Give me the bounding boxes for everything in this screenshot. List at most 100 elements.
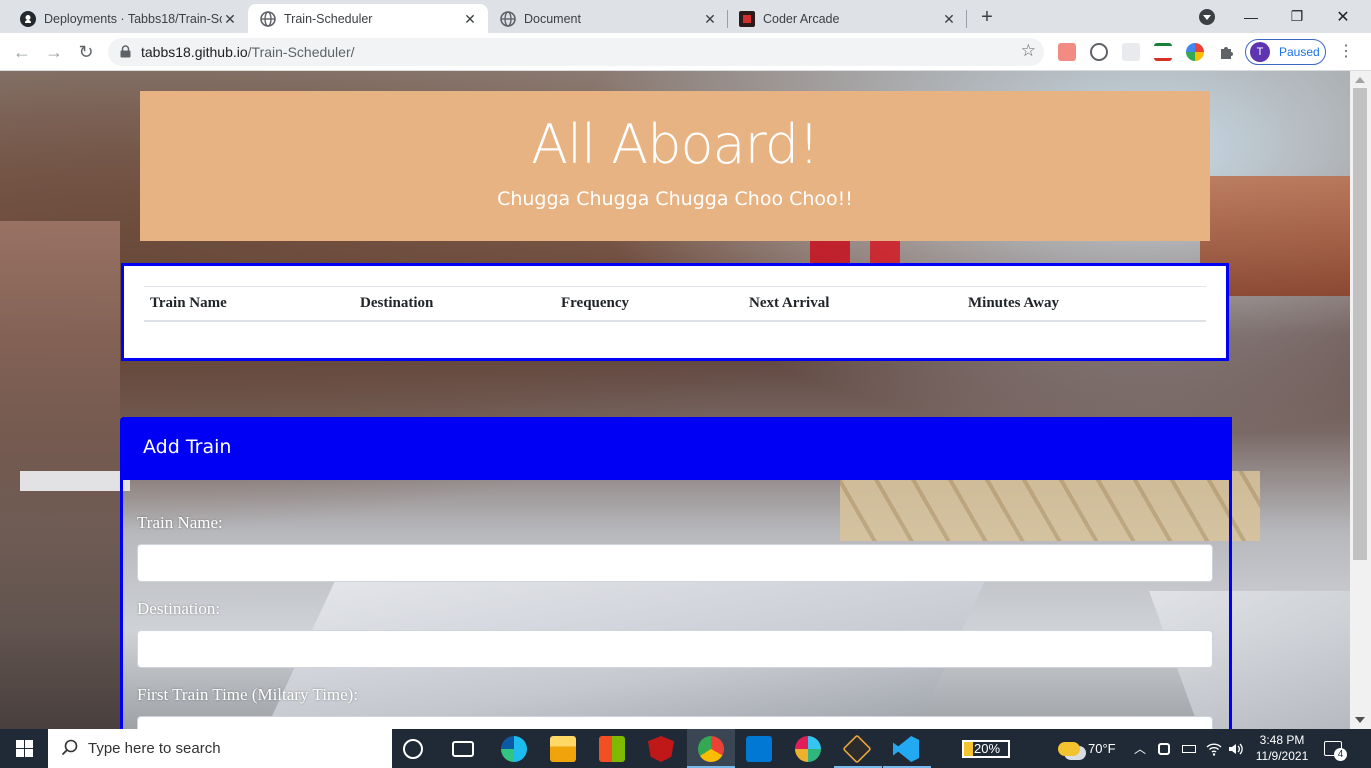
close-icon[interactable]: ✕ bbox=[941, 11, 957, 27]
taskbar-search[interactable]: Type here to search bbox=[48, 729, 392, 768]
cortana-icon[interactable] bbox=[403, 739, 423, 759]
profile-button[interactable]: T Paused bbox=[1245, 39, 1326, 65]
tab-deployments[interactable]: Deployments · Tabbs18/Train-Sch ✕ bbox=[8, 4, 248, 33]
back-icon[interactable]: ← bbox=[10, 40, 34, 64]
wifi-icon[interactable] bbox=[1206, 729, 1222, 768]
url-host: tabbs18.github.io bbox=[141, 44, 248, 60]
tab-title: Document bbox=[524, 11, 581, 26]
scroll-down-icon[interactable] bbox=[1355, 717, 1365, 723]
tab-title: Coder Arcade bbox=[763, 11, 840, 26]
battery-meter[interactable]: 20% bbox=[962, 729, 1010, 768]
bookmark-star-icon[interactable]: ☆ bbox=[1021, 41, 1036, 61]
url-text: tabbs18.github.io/Train-Scheduler/ bbox=[141, 44, 355, 60]
file-explorer-icon[interactable] bbox=[550, 736, 576, 762]
tab-separator bbox=[966, 10, 967, 28]
column-header-train-name: Train Name bbox=[144, 286, 354, 322]
show-hidden-icons-icon[interactable]: ︿ bbox=[1134, 729, 1146, 768]
globe-icon bbox=[500, 10, 516, 27]
extension-icon[interactable] bbox=[1186, 43, 1204, 61]
github-icon bbox=[20, 10, 36, 27]
store-icon[interactable] bbox=[599, 736, 625, 762]
clock-date: 11/9/2021 bbox=[1255, 749, 1309, 763]
page-viewport: All Aboard! Chugga Chugga Chugga Choo Ch… bbox=[0, 71, 1350, 729]
vscode-icon[interactable] bbox=[893, 736, 919, 762]
notification-center-icon[interactable]: 4 bbox=[1324, 729, 1347, 768]
reload-icon[interactable]: ↻ bbox=[74, 40, 98, 64]
taskbar-search-placeholder: Type here to search bbox=[88, 740, 221, 757]
weather-widget[interactable]: 70°F bbox=[1058, 729, 1116, 768]
add-train-card: Add Train Train Name: Destination: First… bbox=[120, 417, 1232, 729]
page-scrollbar[interactable] bbox=[1350, 71, 1371, 729]
table-header-row: Train Name Destination Frequency Next Ar… bbox=[144, 286, 1206, 322]
extension-icon[interactable] bbox=[1090, 43, 1108, 61]
meet-now-icon[interactable] bbox=[1158, 729, 1170, 768]
tab-document[interactable]: Document ✕ bbox=[488, 4, 728, 33]
chrome-icon[interactable] bbox=[698, 736, 724, 762]
address-bar[interactable]: tabbs18.github.io/Train-Scheduler/ ☆ bbox=[108, 38, 1044, 66]
extension-icon[interactable] bbox=[1154, 43, 1172, 61]
new-tab-button[interactable]: + bbox=[977, 6, 997, 28]
first-train-time-input[interactable] bbox=[137, 716, 1213, 729]
jumbotron: All Aboard! Chugga Chugga Chugga Choo Ch… bbox=[140, 91, 1210, 241]
column-header-minutes-away: Minutes Away bbox=[962, 286, 1206, 322]
weather-icon bbox=[1058, 741, 1080, 756]
weather-temp: 70°F bbox=[1088, 741, 1116, 756]
close-icon[interactable]: ✕ bbox=[462, 11, 478, 27]
notification-count: 4 bbox=[1334, 748, 1347, 761]
train-name-label: Train Name: bbox=[137, 513, 223, 532]
forward-icon[interactable]: → bbox=[42, 40, 66, 64]
coder-arcade-icon bbox=[739, 10, 755, 27]
task-view-icon[interactable] bbox=[452, 741, 474, 757]
add-train-form: Train Name: Destination: First Train Tim… bbox=[137, 480, 1217, 729]
tab-title: Train-Scheduler bbox=[284, 11, 373, 26]
close-icon[interactable]: ✕ bbox=[222, 11, 238, 27]
profile-status: Paused bbox=[1279, 45, 1320, 59]
train-name-input[interactable] bbox=[137, 544, 1213, 582]
slack-icon[interactable] bbox=[795, 736, 821, 762]
battery-percent: 20% bbox=[974, 740, 1001, 756]
battery-tray-icon[interactable] bbox=[1182, 729, 1196, 768]
tab-title: Deployments · Tabbs18/Train-Sch bbox=[44, 11, 222, 26]
url-path: /Train-Scheduler/ bbox=[247, 44, 355, 60]
taskbar: Type here to search 20% 70°F ︿ 3:48 PM 1… bbox=[0, 729, 1371, 768]
schedule-table-card: Train Name Destination Frequency Next Ar… bbox=[121, 263, 1229, 361]
tab-search-icon[interactable] bbox=[1199, 9, 1215, 25]
lock-icon[interactable] bbox=[120, 45, 131, 63]
extension-icon[interactable] bbox=[1058, 43, 1076, 61]
browser-toolbar: ← → ↻ tabbs18.github.io/Train-Scheduler/… bbox=[0, 33, 1371, 71]
restore-button[interactable]: ❐ bbox=[1274, 0, 1320, 33]
schedule-table: Train Name Destination Frequency Next Ar… bbox=[144, 286, 1206, 322]
destination-label: Destination: bbox=[137, 599, 221, 618]
search-icon bbox=[61, 739, 79, 761]
puzzle-icon[interactable] bbox=[1218, 43, 1236, 61]
destination-input[interactable] bbox=[137, 630, 1213, 668]
minimize-button[interactable]: — bbox=[1228, 0, 1274, 33]
battery-icon: 20% bbox=[962, 739, 1010, 758]
globe-icon bbox=[260, 10, 276, 27]
column-header-next-arrival: Next Arrival bbox=[743, 286, 962, 322]
scrollbar-thumb[interactable] bbox=[1353, 88, 1367, 560]
menu-icon[interactable]: ⋮ bbox=[1338, 43, 1354, 61]
edge-icon[interactable] bbox=[501, 736, 527, 762]
close-window-button[interactable]: ✕ bbox=[1320, 0, 1366, 33]
volume-icon[interactable] bbox=[1228, 729, 1244, 768]
add-train-heading: Add Train bbox=[123, 417, 1232, 480]
mail-icon[interactable] bbox=[746, 736, 772, 762]
page-subtitle: Chugga Chugga Chugga Choo Choo!! bbox=[497, 188, 853, 210]
page-title: All Aboard! bbox=[531, 113, 820, 176]
close-icon[interactable]: ✕ bbox=[702, 11, 718, 27]
mcafee-icon[interactable] bbox=[648, 736, 674, 762]
background-photo bbox=[20, 471, 130, 491]
battery-fill bbox=[964, 741, 973, 756]
tab-train-scheduler[interactable]: Train-Scheduler ✕ bbox=[248, 4, 488, 33]
first-train-time-label: First Train Time (Miltary Time): bbox=[137, 685, 359, 704]
tab-coder-arcade[interactable]: Coder Arcade ✕ bbox=[727, 4, 967, 33]
scroll-up-icon[interactable] bbox=[1355, 77, 1365, 83]
column-header-frequency: Frequency bbox=[555, 286, 743, 322]
gitkraken-icon[interactable] bbox=[842, 734, 872, 764]
system-clock[interactable]: 3:48 PM 11/9/2021 bbox=[1252, 732, 1312, 764]
windows-start-icon[interactable] bbox=[0, 729, 48, 768]
tab-strip: Deployments · Tabbs18/Train-Sch ✕ Train-… bbox=[0, 0, 1371, 33]
extension-icon[interactable] bbox=[1122, 43, 1140, 61]
clock-time: 3:48 PM bbox=[1259, 733, 1305, 747]
